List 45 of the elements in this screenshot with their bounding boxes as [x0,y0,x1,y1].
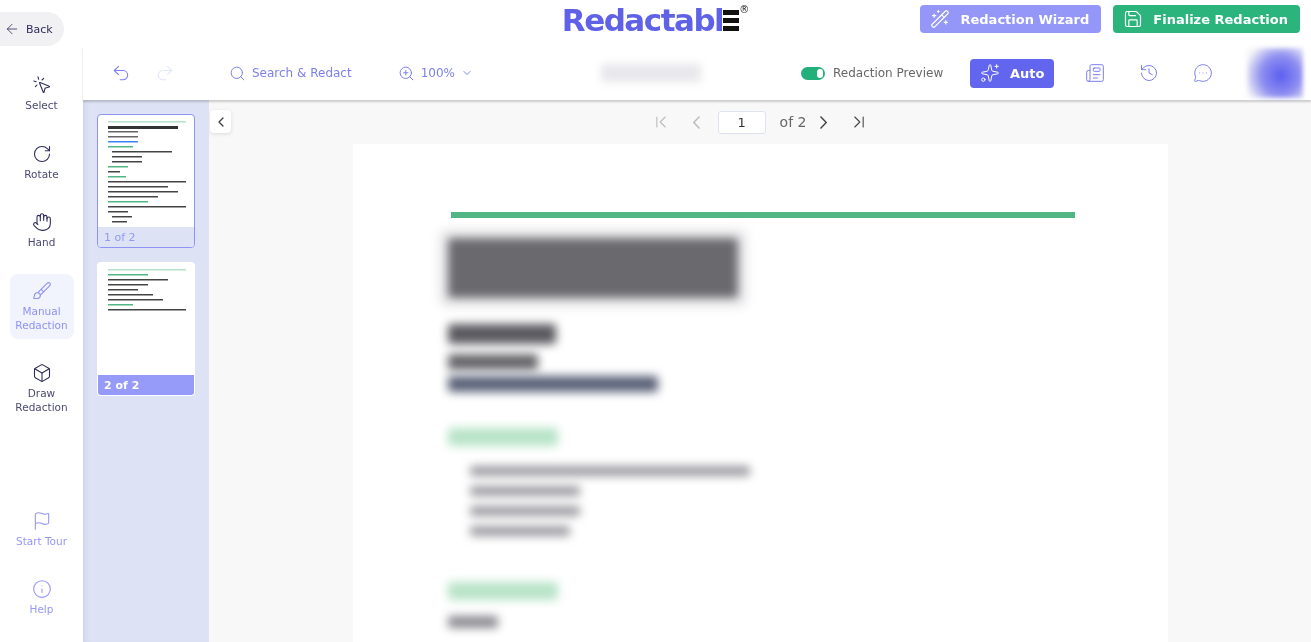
bars-icon [723,7,740,33]
zoom-in-icon [397,64,415,82]
select-icon [31,75,52,95]
back-button[interactable]: Back [0,12,64,46]
comments-button[interactable] [1193,63,1214,83]
collapse-button[interactable] [210,110,231,133]
chevron-right-icon [820,115,828,129]
history-button[interactable] [1139,63,1160,83]
finalize-button[interactable]: Finalize Redaction [1113,5,1300,33]
comment-icon [1193,63,1214,83]
tool-button[interactable]: Draw Redaction [9,356,74,422]
tool-button[interactable]: Rotate [9,136,74,189]
preview-toggle[interactable] [801,66,825,80]
tool-button[interactable]: Hand [9,205,74,257]
start-tour-button[interactable]: Start Tour [9,503,74,556]
search-icon [229,64,246,82]
magic-wand-icon [930,9,951,29]
undo-icon [111,63,131,83]
avatar[interactable] [1247,48,1304,98]
undo-button[interactable] [111,63,131,83]
logo: Redactabl ® [561,2,750,38]
auto-button[interactable]: Auto [970,58,1055,88]
sparkles-icon [980,63,1000,83]
tool-button[interactable]: Select [9,68,74,120]
previous-page-button[interactable] [692,115,700,129]
zoom-dropdown[interactable]: 100% [397,64,473,82]
redo-icon [155,63,175,83]
page-total: of 2 [779,114,807,130]
rotate-icon [31,143,52,164]
document-list-icon [1085,63,1106,83]
search-redact-button[interactable]: Search & Redact [229,64,352,82]
page-thumbnail[interactable]: 2 of 2 [97,262,195,396]
info-icon [31,579,52,600]
chevron-left-icon [692,115,700,129]
next-page-button[interactable] [820,115,828,129]
history-icon [1139,63,1160,83]
tool-button[interactable]: Manual Redaction [9,273,74,340]
layout-button[interactable] [1085,63,1106,83]
page-thumbnail[interactable]: 1 of 2 [97,114,195,248]
hand-icon [31,212,52,233]
preview-label: Redaction Preview [833,66,944,80]
help-button[interactable]: Help [9,572,74,624]
wizard-button[interactable]: Redaction Wizard [920,5,1102,33]
page-number-field[interactable]: 1 [717,110,766,134]
save-icon [1123,9,1144,29]
